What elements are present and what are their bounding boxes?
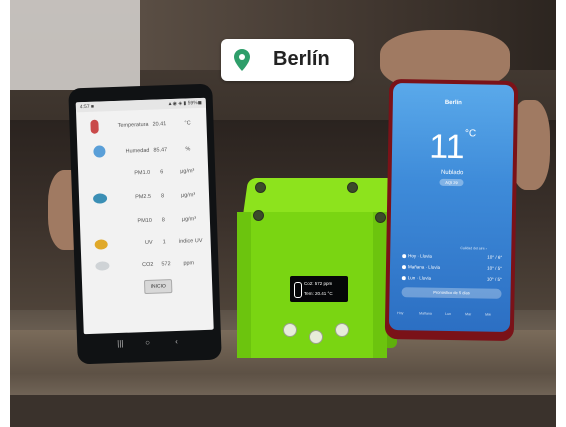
cloud-icon (402, 254, 407, 259)
forecast-header[interactable]: Calidad del aire › (460, 246, 487, 250)
reading-label: UV (144, 239, 153, 247)
reading-unit: °C (184, 120, 191, 127)
screw (375, 212, 386, 223)
reading-label: CO2 (142, 261, 154, 269)
hourly-tab[interactable]: Lun (445, 312, 451, 316)
reading-unit: índice UV (178, 238, 203, 245)
forecast-row: Mañana · Lluvia 10° / 5° (401, 264, 503, 274)
weather-city: Berlín (444, 99, 462, 107)
weather-app-screen: Berlín 11°C Nublado AQI 29 Calidad del a… (388, 82, 515, 333)
temperature-value: 11 (429, 127, 465, 167)
reading-row-pm10: PM10 8 µg/m³ (80, 216, 210, 235)
screw (253, 210, 264, 221)
reading-label: PM10 (137, 217, 152, 225)
status-bar: 4:57 ■ ▲◉ ◈ ▮ 59%◼ (75, 97, 206, 113)
oled-co2-line: Co2: 572 ppm (304, 281, 333, 286)
reading-label: Humedad (125, 147, 150, 155)
reading-label: PM1.0 (134, 169, 151, 177)
back-button[interactable]: ‹ (175, 337, 178, 346)
right-phone: Berlín 11°C Nublado AQI 29 Calidad del a… (384, 78, 519, 342)
reading-unit: µg/m³ (180, 192, 196, 199)
map-pin-icon (234, 49, 250, 71)
forecast-range: 10° / 5° (486, 276, 502, 282)
reading-value: 20.41 (152, 121, 167, 128)
location-city: Berlín (273, 48, 330, 70)
device-button-right[interactable] (335, 323, 349, 337)
reading-unit: µg/m³ (181, 216, 197, 223)
reading-unit: % (185, 146, 191, 153)
reading-value: 572 (161, 261, 171, 268)
hourly-tab[interactable]: Mar (465, 312, 471, 316)
forecast-day: Mañana · Lluvia (407, 264, 441, 270)
home-button[interactable]: INICIO (143, 279, 173, 295)
cloud-icon (401, 276, 406, 281)
reading-unit: µg/m³ (180, 168, 195, 175)
stone-ledge-shadow (10, 395, 556, 427)
left-phone: 4:57 ■ ▲◉ ◈ ▮ 59%◼ Temperatura 20.41 °C … (68, 83, 222, 365)
reading-row-pm1: PM1.0 6 µg/m³ (78, 168, 208, 187)
reading-label: PM2.5 (135, 193, 152, 201)
sensor-app-screen: 4:57 ■ ▲◉ ◈ ▮ 59%◼ Temperatura 20.41 °C … (75, 97, 214, 335)
hourly-tabs: Hoy Mañana Lun Mar Mié (389, 311, 510, 319)
cloud-icon (401, 265, 407, 270)
background-wall (10, 0, 140, 90)
reading-value: 6 (160, 169, 164, 176)
forecast-range: 10° / 5° (487, 265, 503, 271)
reading-unit: ppm (183, 260, 195, 267)
reading-label: Temperatura (117, 121, 149, 129)
hourly-tab[interactable]: Mié (485, 313, 491, 317)
sensor-device: Co2: 572 ppm Tem: 20.41 °C (235, 178, 401, 360)
oled-display: Co2: 572 ppm Tem: 20.41 °C (290, 276, 348, 302)
screw (255, 182, 266, 193)
forecast-day: Hoy · Lluvia (408, 253, 433, 259)
device-rib (237, 212, 251, 358)
recent-apps-button[interactable]: ||| (117, 339, 124, 348)
hourly-tab[interactable]: Mañana (419, 311, 432, 315)
forecast-range: 10° / 6° (487, 254, 503, 260)
reading-value: 1 (162, 239, 166, 246)
android-nav-bar: ||| ○ ‹ (77, 335, 221, 354)
weather-condition: Nublado (440, 169, 464, 177)
screw (347, 182, 358, 193)
location-badge[interactable]: Berlín (221, 39, 354, 81)
five-day-forecast-button[interactable]: Pronóstico de 5 días (401, 287, 502, 299)
status-icons: ▲◉ ◈ ▮ 59%◼ (167, 99, 202, 108)
temperature-unit: °C (464, 128, 477, 140)
reading-value: 8 (161, 217, 166, 224)
forecast-row: Lun · Lluvia 10° / 5° (401, 275, 502, 285)
status-time: 4:57 ■ (79, 103, 95, 111)
device-button-left[interactable] (283, 323, 297, 337)
forecast-day: Lun · Lluvia (407, 275, 432, 281)
aqi-pill[interactable]: AQI 29 (439, 178, 464, 187)
reading-value: 8 (160, 193, 165, 200)
reading-value: 85.47 (153, 147, 168, 154)
current-temperature: 11°C (392, 127, 514, 168)
photo-frame: Berlín 4:57 ■ ▲◉ ◈ ▮ 59%◼ Temperatura 20… (0, 0, 566, 427)
oled-temp-line: Tem: 20.41 °C (304, 291, 333, 296)
home-nav-button[interactable]: ○ (145, 338, 150, 347)
thermometer-icon (294, 282, 302, 298)
forecast-row: Hoy · Lluvia 10° / 6° (402, 253, 502, 263)
device-button-center[interactable] (309, 330, 323, 344)
hourly-tab[interactable]: Hoy (397, 311, 403, 315)
